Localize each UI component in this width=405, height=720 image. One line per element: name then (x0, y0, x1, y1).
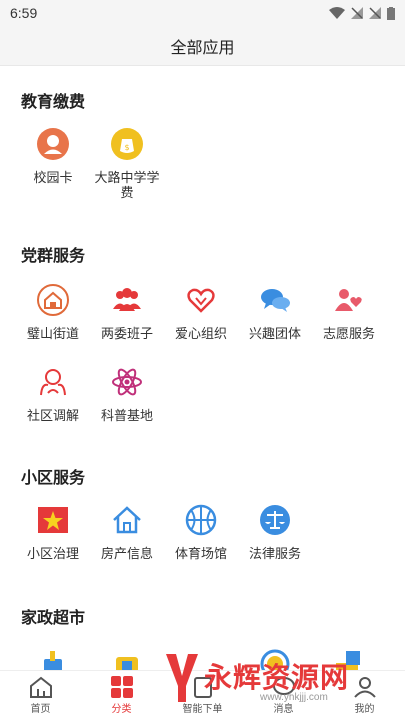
money-bag-icon: $ (107, 124, 147, 164)
section-title: 教育缴费 (21, 94, 86, 111)
app-label: 爱心组织 (174, 326, 227, 341)
app-label: 科普基地 (100, 408, 153, 423)
app-label: 璧山街道 (26, 326, 79, 341)
app-community-governance[interactable]: 小区治理 (16, 500, 90, 561)
wifi-icon (329, 7, 345, 19)
system-icons (329, 6, 395, 20)
home-tab-icon (29, 676, 52, 698)
section-title: 家政超市 (21, 610, 86, 627)
category-tab-icon (110, 676, 133, 698)
app-label: 志愿服务 (322, 326, 375, 341)
volunteer-icon (329, 280, 369, 320)
page-title: 全部应用 (170, 39, 235, 57)
app-label: 兴趣团体 (248, 326, 301, 341)
app-label: 小区治理 (26, 546, 79, 561)
chat-bubbles-icon (255, 280, 295, 320)
app-campus-card[interactable]: 校园卡 (16, 124, 90, 185)
app-legal-services[interactable]: 法律服务 (238, 500, 312, 561)
app-volunteer[interactable]: 志愿服务 (312, 280, 386, 341)
watermark-url: www.yhkjjj.com (260, 692, 328, 703)
app-property-info[interactable]: 房产信息 (90, 500, 164, 561)
app-two-committees[interactable]: 两委班子 (90, 280, 164, 341)
app-science-base[interactable]: 科普基地 (90, 362, 164, 423)
app-love-organization[interactable]: 爱心组织 (164, 280, 238, 341)
app-label: 体育场馆 (174, 546, 227, 561)
app-label: 大路中学学费 (94, 170, 160, 200)
status-bar: 6:59 (0, 0, 405, 26)
section-title: 党群服务 (21, 248, 86, 265)
watermark-logo-icon (166, 654, 198, 702)
group-icon (107, 280, 147, 320)
house-icon (33, 280, 73, 320)
atom-icon (107, 362, 147, 402)
app-interest-groups[interactable]: 兴趣团体 (238, 280, 312, 341)
heart-hands-icon (181, 280, 221, 320)
svg-text:$: $ (124, 143, 129, 152)
tab-label: 分类 (111, 704, 132, 715)
tab-home[interactable]: 首页 (0, 671, 81, 720)
section-title: 小区服务 (21, 470, 86, 487)
tab-category[interactable]: 分类 (81, 671, 162, 720)
avatar-icon (33, 124, 73, 164)
app-label: 校园卡 (33, 170, 73, 185)
app-bishan-street[interactable]: 璧山街道 (16, 280, 90, 341)
app-tuition[interactable]: $ 大路中学学费 (90, 124, 164, 200)
app-sports-venue[interactable]: 体育场馆 (164, 500, 238, 561)
app-label: 社区调解 (26, 408, 79, 423)
app-list[interactable]: 教育缴费 校园卡 $ 大路中学学费 党群服务 璧山街道 两委班子 爱心组织 兴趣… (0, 66, 405, 676)
tab-label: 首页 (30, 704, 51, 715)
app-label: 房产信息 (100, 546, 153, 561)
title-bar: 全部应用 (0, 26, 405, 66)
status-time: 6:59 (10, 5, 38, 21)
app-community-mediation[interactable]: 社区调解 (16, 362, 90, 423)
watermark-text: 永辉资源网 (204, 661, 350, 694)
signal-off-icon-2 (369, 7, 381, 19)
mediation-icon (33, 362, 73, 402)
scales-icon (255, 500, 295, 540)
flag-icon (33, 500, 73, 540)
basketball-icon (181, 500, 221, 540)
home-outline-icon (107, 500, 147, 540)
app-label: 两委班子 (100, 326, 153, 341)
watermark: 永辉资源网 www.yhkjjj.com (160, 636, 400, 716)
battery-icon (387, 6, 395, 20)
signal-off-icon (351, 7, 363, 19)
app-label: 法律服务 (248, 546, 301, 561)
